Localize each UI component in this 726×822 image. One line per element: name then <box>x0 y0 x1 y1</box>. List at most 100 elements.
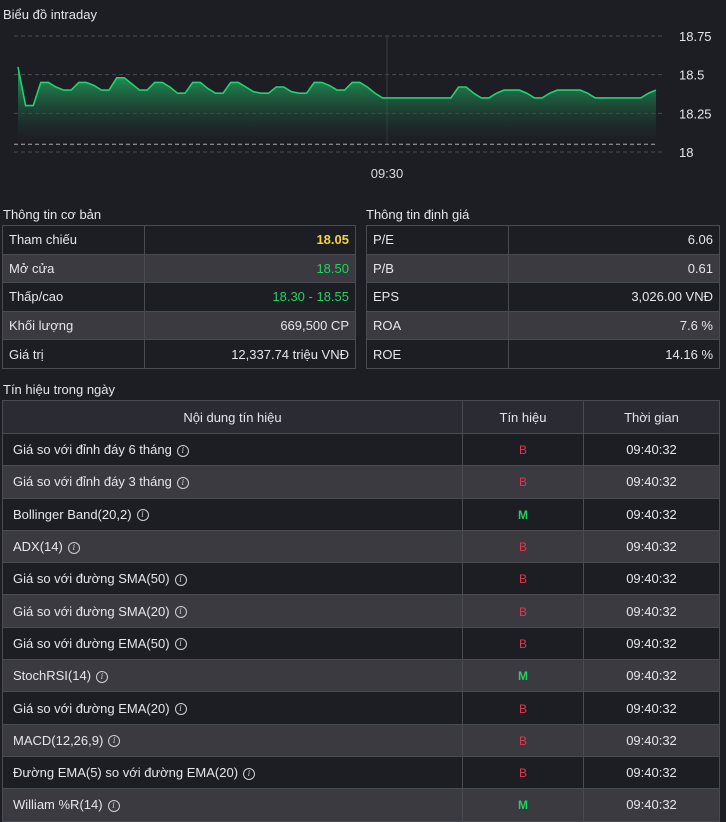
signal-name-cell: Giá so với đường SMA(20) i <box>2 594 463 628</box>
signal-row[interactable]: William %R(14) i M 09:40:32 <box>2 788 720 822</box>
valuation-info-row: P/B 0.61 <box>366 253 720 284</box>
valuation-info-value: 3,026.00 VNĐ <box>508 282 720 312</box>
basic-info-table: Tham chiếu 18.05 Mở cửa 18.50 Thấp/cao 18.30 … <box>2 225 356 369</box>
info-icon[interactable]: i <box>174 573 187 586</box>
signal-name: Giá so với đỉnh đáy 3 tháng <box>13 474 172 490</box>
basic-info-row: Mở cửa 18.50 <box>2 253 356 284</box>
info-icon[interactable]: i <box>174 606 187 619</box>
signal-time: 09:40:32 <box>583 723 720 757</box>
signal-value: M <box>518 507 528 522</box>
signal-value-cell: B <box>462 465 584 499</box>
basic-info-label: Giá trị <box>2 339 145 369</box>
signal-value: B <box>518 540 527 555</box>
signal-value: B <box>518 443 527 458</box>
signal-name: Giá so với đường SMA(50) <box>13 571 170 587</box>
signal-time: 09:40:32 <box>583 465 720 499</box>
signal-value-cell: B <box>462 529 584 564</box>
signal-row[interactable]: StochRSI(14) i M 09:40:32 <box>2 659 720 693</box>
basic-info-row: Khối lượng 669,500 CP <box>2 310 356 341</box>
signal-value: B <box>518 733 527 748</box>
signal-value: B <box>518 766 527 781</box>
signal-name-cell: Giá so với đường EMA(20) i <box>2 691 463 725</box>
signals-table: Nội dung tín hiệu Tín hiệu Thời gian Giá… <box>2 400 720 822</box>
signal-value-cell: M <box>462 497 584 531</box>
signal-value-cell: B <box>462 626 584 661</box>
valuation-info-value: 0.61 <box>508 253 720 284</box>
signal-row[interactable]: Bollinger Band(20,2) i M 09:40:32 <box>2 497 720 531</box>
valuation-info-row: ROA 7.6 % <box>366 310 720 341</box>
signal-value-cell: B <box>462 723 584 757</box>
basic-info-value: 18.05 <box>144 225 356 255</box>
signal-row[interactable]: Giá so với đường SMA(20) i B 09:40:32 <box>2 594 720 628</box>
info-icon[interactable]: i <box>67 541 80 554</box>
signal-value-cell: B <box>462 691 584 725</box>
signal-time: 09:40:32 <box>583 594 720 628</box>
info-icon[interactable]: i <box>176 477 189 489</box>
chart-title: Biểu đồ intraday <box>3 7 97 22</box>
signal-name: Giá so với đỉnh đáy 6 tháng <box>13 442 172 458</box>
signal-name: Giá so với đường EMA(20) <box>13 700 170 716</box>
header-signal-name[interactable]: Nội dung tín hiệu <box>2 400 463 434</box>
signal-time: 09:40:32 <box>583 432 720 467</box>
valuation-info-row: ROE 14.16 % <box>366 339 720 369</box>
y-tick-label: 18.75 <box>679 29 712 44</box>
signal-name-cell: Giá so với đỉnh đáy 3 tháng i <box>2 465 463 499</box>
valuation-info-label: ROE <box>366 339 509 369</box>
signal-time: 09:40:32 <box>583 788 720 822</box>
signal-time: 09:40:32 <box>583 626 720 661</box>
valuation-info-label: P/B <box>366 253 509 284</box>
basic-info-label: Tham chiếu <box>2 225 145 255</box>
signal-time: 09:40:32 <box>583 562 720 596</box>
signal-time: 09:40:32 <box>583 755 720 790</box>
signal-row[interactable]: Giá so với đỉnh đáy 6 tháng i B 09:40:32 <box>2 432 720 467</box>
valuation-info-label: P/E <box>366 225 509 255</box>
basic-info-row: Thấp/cao 18.30 - 18.55 <box>2 282 356 312</box>
signal-value: B <box>518 475 527 490</box>
info-icon[interactable]: i <box>174 703 187 716</box>
info-icon[interactable]: i <box>96 670 109 683</box>
info-icon[interactable]: i <box>107 799 120 812</box>
signal-value-cell: M <box>462 788 584 822</box>
signal-row[interactable]: Giá so với đường EMA(20) i B 09:40:32 <box>2 691 720 725</box>
signal-row[interactable]: ADX(14) i B 09:40:32 <box>2 529 720 564</box>
basic-info-row: Giá trị 12,337.74 triệu VNĐ <box>2 339 356 369</box>
signal-name-cell: Đường EMA(5) so với đường EMA(20) i <box>2 755 463 790</box>
signal-name-cell: StochRSI(14) i <box>2 659 463 693</box>
intraday-chart[interactable]: 18.75 18.5 18.25 18 09:30 <box>0 24 726 184</box>
info-icon[interactable]: i <box>176 444 189 457</box>
signal-name-cell: Giá so với đỉnh đáy 6 tháng i <box>2 432 463 467</box>
y-tick-label: 18 <box>679 145 693 160</box>
basic-info-label: Khối lượng <box>2 310 145 341</box>
signal-name: William %R(14) <box>13 797 103 813</box>
signal-row[interactable]: Đường EMA(5) so với đường EMA(20) i B 09:40… <box>2 755 720 790</box>
signal-value: B <box>518 701 527 716</box>
header-time[interactable]: Thời gian <box>583 400 720 434</box>
basic-info-label: Mở cửa <box>2 253 145 284</box>
signal-row[interactable]: MACD(12,26,9) i B 09:40:32 <box>2 723 720 757</box>
signal-value-cell: B <box>462 594 584 628</box>
valuation-info-row: P/E 6.06 <box>366 225 720 255</box>
signal-name: MACD(12,26,9) <box>13 732 104 748</box>
info-icon[interactable]: i <box>174 638 187 651</box>
signal-value: B <box>518 572 527 587</box>
signal-value-cell: B <box>462 432 584 467</box>
valuation-info-value: 6.06 <box>508 225 720 255</box>
signal-value-cell: M <box>462 659 584 693</box>
info-icon[interactable]: i <box>136 509 149 522</box>
basic-info-title: Thông tin cơ bản <box>3 207 102 222</box>
signal-row[interactable]: Giá so với đường SMA(50) i B 09:40:32 <box>2 562 720 596</box>
basic-info-value: 18.30 - 18.55 <box>144 282 356 312</box>
info-icon[interactable]: i <box>108 735 121 748</box>
valuation-info-label: ROA <box>366 310 509 341</box>
basic-info-label: Thấp/cao <box>2 282 145 312</box>
signal-value: M <box>518 798 528 813</box>
info-icon[interactable]: i <box>243 767 256 780</box>
signal-name: Giá so với đường SMA(20) <box>13 603 170 619</box>
header-signal[interactable]: Tín hiệu <box>462 400 584 434</box>
valuation-info-value: 14.16 % <box>508 339 720 369</box>
signal-time: 09:40:32 <box>583 691 720 725</box>
signal-row[interactable]: Giá so với đường EMA(50) i B 09:40:32 <box>2 626 720 661</box>
valuation-info-value: 7.6 % <box>508 310 720 341</box>
signal-name-cell: Giá so với đường SMA(50) i <box>2 562 463 596</box>
signal-row[interactable]: Giá so với đỉnh đáy 3 tháng i B 09:40:32 <box>2 465 720 499</box>
